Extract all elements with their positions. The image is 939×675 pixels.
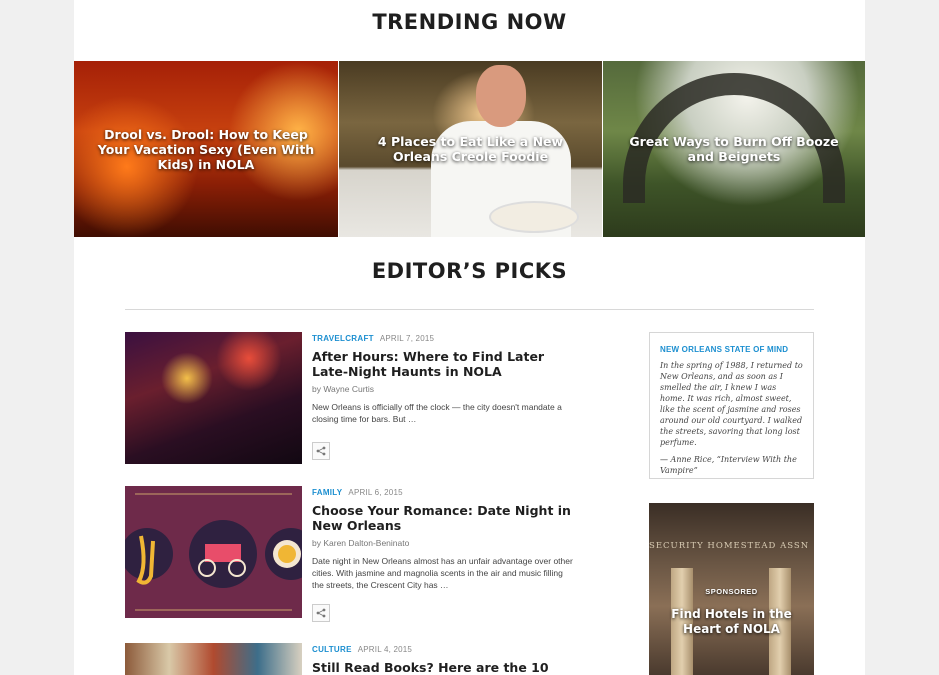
editors-picks-heading: EDITOR’S PICKS — [371, 259, 568, 283]
article-headline-link[interactable]: Choose Your Romance: Date Night in New O… — [312, 503, 572, 533]
article-category-link[interactable]: TRAVELCRAFT — [312, 334, 374, 343]
share-button[interactable] — [312, 604, 330, 622]
article-date: APRIL 7, 2015 — [379, 334, 435, 343]
article-headline-link[interactable]: After Hours: Where to Find Later Late-Ni… — [312, 349, 572, 379]
share-icon — [316, 446, 326, 456]
article-card: FAMILY APRIL 6, 2015 Choose Your Romance:… — [125, 486, 605, 626]
trending-card-caption[interactable]: Great Ways to Burn Off Booze and Beignet… — [603, 61, 865, 237]
trending-card-caption[interactable]: 4 Places to Eat Like a New Orleans Creol… — [339, 61, 602, 237]
date-night-illustration — [125, 486, 302, 618]
quote-title: NEW ORLEANS STATE OF MIND — [660, 345, 789, 354]
article-meta: CULTURE APRIL 4, 2015 — [312, 645, 412, 654]
quote-widget: NEW ORLEANS STATE OF MIND In the spring … — [649, 332, 814, 479]
ad-title[interactable]: Find Hotels in the Heart of NOLA — [649, 607, 814, 637]
section-divider — [125, 309, 814, 310]
article-thumbnail[interactable] — [125, 486, 302, 618]
main-content: TRENDING NOW Drool vs. Drool: How to Kee… — [74, 0, 865, 675]
article-date: APRIL 6, 2015 — [348, 488, 403, 497]
sponsored-label: SPONSORED — [705, 587, 758, 596]
building-sign: SECURITY HOMESTEAD ASSN — [649, 541, 810, 551]
trending-card-2[interactable]: 4 Places to Eat Like a New Orleans Creol… — [338, 61, 602, 237]
article-excerpt: Date night in New Orleans almost has an … — [312, 556, 573, 590]
article-headline-link[interactable]: Still Read Books? Here are the 10 Cooles… — [312, 660, 602, 675]
trending-now-heading: TRENDING NOW — [372, 10, 567, 34]
article-card: CULTURE APRIL 4, 2015 Still Read Books? H… — [125, 643, 605, 675]
article-thumbnail[interactable] — [125, 643, 302, 675]
sponsored-hotels-ad[interactable]: SECURITY HOMESTEAD ASSN SPONSORED Find H… — [649, 503, 814, 675]
article-excerpt: New Orleans is officially off the clock … — [312, 402, 562, 424]
trending-carousel: Drool vs. Drool: How to Keep Your Vacati… — [74, 61, 865, 237]
quote-attribution: — Anne Rice, “Interview With the Vampire… — [660, 455, 797, 475]
article-byline: by Karen Dalton-Beninato — [312, 538, 410, 548]
share-button[interactable] — [312, 442, 330, 460]
article-category-link[interactable]: FAMILY — [312, 488, 342, 497]
article-byline: by Wayne Curtis — [312, 384, 375, 394]
article-category-link[interactable]: CULTURE — [312, 645, 352, 654]
trending-card-3[interactable]: Great Ways to Burn Off Booze and Beignet… — [602, 61, 865, 237]
trending-card-1[interactable]: Drool vs. Drool: How to Keep Your Vacati… — [74, 61, 338, 237]
article-card: TRAVELCRAFT APRIL 7, 2015 After Hours: Wh… — [125, 332, 605, 472]
article-date: APRIL 4, 2015 — [357, 645, 413, 654]
trending-card-caption[interactable]: Drool vs. Drool: How to Keep Your Vacati… — [74, 61, 338, 237]
article-meta: TRAVELCRAFT APRIL 7, 2015 — [312, 334, 434, 343]
quote-text: In the spring of 1988, I returned to New… — [660, 361, 803, 447]
article-thumbnail[interactable] — [125, 332, 302, 464]
share-icon — [316, 608, 326, 618]
article-meta: FAMILY APRIL 6, 2015 — [312, 488, 403, 497]
